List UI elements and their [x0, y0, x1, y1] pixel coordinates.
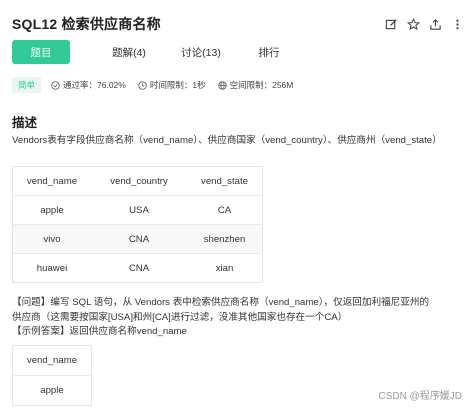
column-header: vend_name: [12, 166, 91, 196]
table-cell: CA: [187, 195, 263, 225]
page-header: SQL12 检索供应商名称: [12, 12, 464, 36]
column-header: vend_name: [26, 355, 78, 366]
tab-discussion[interactable]: 讨论(13): [170, 40, 232, 64]
table-row: apple: [12, 375, 92, 406]
share-icon[interactable]: [429, 18, 442, 31]
description-text: Vendors表有字段供应商名称（vend_name）、供应商国家（vend_c…: [12, 135, 442, 146]
column-header: vend_country: [91, 166, 187, 196]
difficulty-badge: 简单: [12, 77, 42, 93]
page-title: SQL12 检索供应商名称: [12, 16, 161, 32]
table-cell: USA: [91, 195, 187, 225]
table-cell: apple: [12, 375, 92, 406]
globe-icon: [217, 80, 227, 90]
column-header: vend_state: [187, 166, 263, 196]
tab-problem[interactable]: 题目: [12, 40, 70, 64]
pass-rate: 通过率：76.02%: [51, 79, 126, 91]
table-header-row: vend_name vend_country vend_state: [12, 166, 263, 196]
table-row: apple USA CA: [12, 195, 263, 225]
problem-meta: 简单 通过率：76.02% 时间限制：1秒 空间限制：256M: [12, 76, 305, 94]
problem-statement: 【问题】编写 SQL 语句，从 Vendors 表中检索供应商名称（vend_n…: [12, 296, 464, 340]
vendors-table: vend_name vend_country vend_state apple …: [12, 166, 263, 283]
header-actions: [385, 17, 464, 31]
table-cell: apple: [12, 195, 91, 225]
table-header-row: vend_name: [13, 346, 92, 376]
table-cell: CNA: [91, 253, 187, 283]
table-row: huawei CNA xian: [12, 253, 263, 283]
tab-ranking[interactable]: 排行: [244, 40, 294, 64]
example-answer-label: 【示例答案】返回供应商名称vend_name: [12, 326, 187, 337]
table-cell: CNA: [91, 224, 187, 254]
clock-icon: [138, 80, 147, 90]
table-cell: shenzhen: [187, 224, 263, 254]
time-limit: 时间限制：1秒: [138, 79, 206, 91]
problem-line: 【问题】编写 SQL 语句，从 Vendors 表中检索供应商名称（vend_n…: [12, 297, 430, 308]
table-cell: vivo: [12, 224, 91, 254]
table-row: vivo CNA shenzhen: [12, 224, 263, 254]
section-title-description: 描述: [12, 116, 38, 130]
star-icon[interactable]: [407, 17, 420, 31]
check-circle-icon: [51, 80, 60, 90]
answer-table: vend_name apple: [12, 345, 92, 406]
table-cell: xian: [187, 253, 263, 283]
more-icon[interactable]: [451, 18, 464, 31]
pass-rate-text: 通过率：76.02%: [63, 80, 126, 90]
space-limit: 空间限制：256M: [217, 79, 294, 91]
tab-solutions[interactable]: 题解(4): [90, 40, 168, 64]
table-cell: huawei: [12, 253, 91, 283]
problem-line: 供应商（这需要按国家[USA]和州[CA]进行过滤，没准其他国家也存在一个CA）: [12, 311, 348, 323]
watermark: CSDN @程序媛JD: [378, 391, 463, 402]
space-limit-text: 空间限制：256M: [229, 80, 294, 90]
time-limit-text: 时间限制：1秒: [149, 80, 206, 90]
edit-icon[interactable]: [385, 18, 398, 31]
problem-tabs: 题目 题解(4) 讨论(13) 排行: [12, 40, 294, 64]
